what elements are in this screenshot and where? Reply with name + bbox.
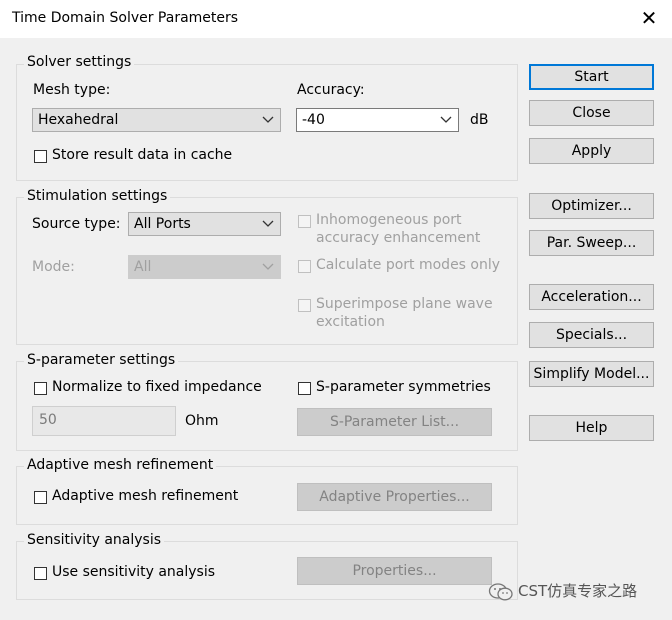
store-cache-label[interactable]: Store result data in cache (52, 147, 232, 163)
sparameter-settings-legend: S-parameter settings (24, 352, 179, 368)
source-type-value: All Ports (134, 216, 191, 232)
par-sweep-button[interactable]: Par. Sweep... (529, 230, 654, 256)
calc-port-modes-checkbox[interactable] (298, 260, 311, 273)
source-type-label: Source type: (32, 216, 121, 232)
mesh-type-select[interactable]: Hexahedral (32, 108, 281, 132)
watermark-text: CST仿真专家之路 (518, 582, 638, 600)
mode-label: Mode: (32, 259, 75, 275)
superimpose-plane-wave-checkbox[interactable] (298, 299, 311, 312)
store-cache-checkbox[interactable] (34, 150, 47, 163)
sparameter-symmetries-label[interactable]: S-parameter symmetries (316, 379, 491, 395)
accuracy-label: Accuracy: (297, 82, 365, 98)
watermark: CST仿真专家之路 (488, 580, 637, 602)
sparameter-symmetries-checkbox[interactable] (298, 382, 311, 395)
wechat-icon (488, 582, 513, 600)
acceleration-button[interactable]: Acceleration... (529, 284, 654, 310)
window-title: Time Domain Solver Parameters (12, 10, 239, 26)
impedance-input[interactable]: 50 (32, 406, 176, 436)
chevron-down-icon (262, 116, 274, 123)
close-button[interactable]: Close (529, 100, 654, 126)
impedance-value: 50 (39, 412, 57, 428)
specials-button[interactable]: Specials... (529, 322, 654, 348)
adaptive-mesh-label[interactable]: Adaptive mesh refinement (52, 488, 238, 504)
inhomogeneous-port-checkbox[interactable] (298, 215, 311, 228)
chevron-down-icon (440, 116, 452, 123)
impedance-unit: Ohm (185, 413, 219, 429)
accuracy-value: -40 (302, 112, 325, 128)
inhomogeneous-port-label-line1: Inhomogeneous port (316, 212, 462, 228)
adaptive-properties-button[interactable]: Adaptive Properties... (297, 483, 492, 511)
sensitivity-properties-button[interactable]: Properties... (297, 557, 492, 585)
source-type-select[interactable]: All Ports (128, 212, 281, 236)
adaptive-mesh-legend: Adaptive mesh refinement (24, 457, 217, 473)
sensitivity-checkbox[interactable] (34, 567, 47, 580)
stimulation-settings-legend: Stimulation settings (24, 188, 171, 204)
normalize-impedance-label[interactable]: Normalize to fixed impedance (52, 379, 262, 395)
mesh-type-label: Mesh type: (33, 82, 111, 98)
inhomogeneous-port-label-line2: accuracy enhancement (316, 230, 481, 246)
help-button[interactable]: Help (529, 415, 654, 441)
superimpose-label-line2: excitation (316, 314, 385, 330)
accuracy-unit: dB (470, 112, 489, 128)
simplify-model-button[interactable]: Simplify Model... (529, 361, 654, 387)
accuracy-select[interactable]: -40 (296, 108, 459, 132)
solver-settings-legend: Solver settings (24, 54, 135, 70)
mode-select[interactable]: All (128, 255, 281, 279)
superimpose-label-line1: Superimpose plane wave (316, 296, 493, 312)
chevron-down-icon (262, 263, 274, 270)
adaptive-mesh-checkbox[interactable] (34, 491, 47, 504)
sensitivity-legend: Sensitivity analysis (24, 532, 165, 548)
optimizer-button[interactable]: Optimizer... (529, 193, 654, 219)
apply-button[interactable]: Apply (529, 138, 654, 164)
calc-port-modes-label: Calculate port modes only (316, 257, 501, 273)
sensitivity-label[interactable]: Use sensitivity analysis (52, 564, 215, 580)
title-bar: Time Domain Solver Parameters ✕ (0, 0, 672, 38)
start-button[interactable]: Start (529, 64, 654, 90)
sparameter-list-button[interactable]: S-Parameter List... (297, 408, 492, 436)
mode-value: All (134, 259, 152, 275)
mesh-type-value: Hexahedral (38, 112, 119, 128)
normalize-impedance-checkbox[interactable] (34, 382, 47, 395)
chevron-down-icon (262, 220, 274, 227)
close-window-icon[interactable]: ✕ (638, 7, 660, 29)
